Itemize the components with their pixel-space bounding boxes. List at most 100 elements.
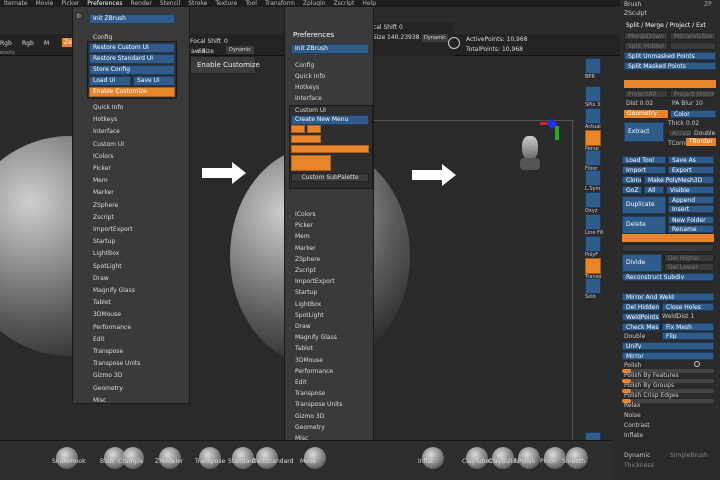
pref-item-edit[interactable]: Edit bbox=[93, 336, 105, 343]
brush-snakehook-label[interactable]: SnakeHook bbox=[52, 458, 86, 465]
pref2-item-zsphere[interactable]: ZSphere bbox=[295, 256, 320, 263]
pref-item-quick-info[interactable]: Quick Info bbox=[93, 104, 123, 111]
side-tool-solo[interactable] bbox=[585, 278, 601, 294]
pref-item-misc[interactable]: Misc bbox=[93, 397, 106, 404]
pref-item-gizmo-3d[interactable]: Gizmo 3D bbox=[93, 372, 122, 379]
duplicate-button[interactable]: Duplicate bbox=[622, 196, 666, 214]
custom-button-orange-5[interactable] bbox=[291, 155, 331, 171]
dynamic-label[interactable]: Dynamic bbox=[624, 452, 650, 459]
pref2-item-edit[interactable]: Edit bbox=[295, 379, 307, 386]
rgb-label[interactable]: Rgb bbox=[0, 40, 12, 47]
side-tool-spix-3[interactable] bbox=[585, 86, 601, 102]
brush-inflat-label[interactable]: Inflat bbox=[418, 458, 433, 465]
pref2-item-interface[interactable]: Interface bbox=[295, 95, 322, 102]
pref-item-importexport[interactable]: ImportExport bbox=[93, 226, 133, 233]
color-toggle[interactable]: Color bbox=[670, 110, 716, 118]
close-holes-button[interactable]: Close Holes bbox=[662, 303, 714, 311]
menu-texture[interactable]: Texture bbox=[215, 0, 237, 7]
pref2-item-importexport[interactable]: ImportExport bbox=[295, 278, 335, 285]
pref-item-draw[interactable]: Draw bbox=[93, 275, 109, 282]
enable-customize-button[interactable]: Enable Customize bbox=[89, 87, 175, 97]
pref2-item-mem[interactable]: Mem bbox=[295, 233, 310, 240]
pref2-item-draw[interactable]: Draw bbox=[295, 323, 311, 330]
brush-pinch-label[interactable]: Pinch bbox=[540, 458, 556, 465]
export-button[interactable]: Export bbox=[668, 166, 714, 174]
split-masked-button[interactable]: Split Masked Points bbox=[624, 62, 716, 70]
thick-slider[interactable]: Thick 0.02 bbox=[668, 120, 699, 127]
pref2-item-picker[interactable]: Picker bbox=[295, 222, 313, 229]
pref2-item-icolors[interactable]: IColors bbox=[295, 211, 316, 218]
pref2-item-hotkeys[interactable]: Hotkeys bbox=[295, 84, 319, 91]
focal-shift-label[interactable]: Focal Shift bbox=[190, 38, 221, 45]
rename-button[interactable]: Rename bbox=[668, 225, 714, 233]
brush-hpolish-label[interactable]: hPolish bbox=[514, 458, 535, 465]
pref-item-startup[interactable]: Startup bbox=[93, 238, 115, 245]
simplebrush-label[interactable]: SimpleBrush bbox=[670, 452, 708, 459]
groups-split-button[interactable] bbox=[670, 42, 716, 50]
project-history-button[interactable]: Project History bbox=[670, 90, 716, 98]
menu-movie[interactable]: Movie bbox=[36, 0, 54, 7]
pref-item-icolors[interactable]: IColors bbox=[93, 153, 114, 160]
custom-ui-label[interactable]: Custom UI bbox=[295, 107, 326, 114]
mirror-weld-button[interactable]: Mirror And Weld bbox=[622, 293, 714, 301]
pref-item-hotkeys[interactable]: Hotkeys bbox=[93, 116, 117, 123]
side-tool-l-sym[interactable] bbox=[585, 170, 601, 186]
polish-slider[interactable]: Polish bbox=[624, 362, 641, 369]
config-section-label[interactable]: Config bbox=[93, 34, 112, 41]
flip-button[interactable]: Flip bbox=[662, 332, 714, 340]
head-gizmo[interactable] bbox=[518, 132, 544, 172]
menu-tool[interactable]: Tool bbox=[245, 0, 257, 7]
brush-move-label[interactable]: Move bbox=[300, 458, 316, 465]
brush-label[interactable]: Brush bbox=[624, 1, 641, 8]
split-merge-header[interactable]: Split / Merge / Project / Ext bbox=[626, 22, 706, 29]
pref-item-zscript[interactable]: Zscript bbox=[93, 214, 114, 221]
load-tool-button[interactable]: Load Tool bbox=[622, 156, 666, 164]
init-zbrush-button-2[interactable]: Init ZBrush bbox=[291, 44, 369, 54]
clone-button[interactable]: Clone bbox=[622, 176, 642, 184]
brush-damstandard-label[interactable]: DamStandard bbox=[252, 458, 293, 465]
append-button[interactable]: Append bbox=[668, 196, 714, 204]
insert-button[interactable]: Insert bbox=[668, 205, 714, 213]
init-zbrush-button[interactable]: Init ZBrush bbox=[89, 14, 175, 24]
extract-button[interactable]: Extract bbox=[624, 122, 664, 142]
side-tool-transp[interactable] bbox=[585, 258, 601, 274]
delete-button[interactable]: Delete bbox=[622, 216, 666, 234]
side-tool-line-fill[interactable] bbox=[585, 214, 601, 230]
relax-slider[interactable]: Relax bbox=[624, 402, 641, 409]
pref-item-picker[interactable]: Picker bbox=[93, 165, 111, 172]
double-option[interactable]: Double bbox=[624, 333, 645, 340]
import-button[interactable]: Import bbox=[622, 166, 666, 174]
subdiv-slider[interactable] bbox=[622, 244, 714, 252]
pref-item-geometry[interactable]: Geometry bbox=[93, 385, 123, 392]
mergevisible-button[interactable]: MergeVisible bbox=[670, 32, 716, 40]
pref2-item-magnify-glass[interactable]: Magnify Glass bbox=[295, 334, 337, 341]
del-hidden-button[interactable]: Del Hidden bbox=[622, 303, 660, 311]
check-mesh-button[interactable]: Check Mesh Int bbox=[622, 323, 660, 331]
dist-slider[interactable]: Dist 0.02 bbox=[626, 100, 653, 107]
custom-button-orange-1[interactable] bbox=[291, 125, 305, 133]
pref-item-transpose[interactable]: Transpose bbox=[93, 348, 123, 355]
goz-visible-button[interactable]: Visible bbox=[666, 186, 714, 194]
polish-features-slider[interactable]: Polish By Features bbox=[624, 372, 679, 379]
side-tool-bpr[interactable] bbox=[585, 58, 601, 74]
pref-item-marker[interactable]: Marker bbox=[93, 189, 114, 196]
side-tool-floor[interactable] bbox=[585, 150, 601, 166]
rgb-toggle[interactable]: Rgb bbox=[22, 40, 34, 47]
polish-groups-slider[interactable]: Polish By Groups bbox=[624, 382, 674, 389]
mirror-button[interactable]: Mirror bbox=[622, 352, 714, 360]
draw-size-label-2[interactable]: w Size 140.23938 bbox=[366, 34, 419, 41]
load-ui-button[interactable]: Load Ui bbox=[89, 76, 131, 86]
make-polymesh-button[interactable]: Make PolyMesh3D bbox=[644, 176, 714, 184]
pref2-item-config[interactable]: Config bbox=[295, 62, 314, 69]
pref-item-magnify-glass[interactable]: Magnify Glass bbox=[93, 287, 135, 294]
pref-item-custom-ui[interactable]: Custom UI bbox=[93, 141, 124, 148]
pref2-item-transpose[interactable]: Transpose bbox=[295, 390, 325, 397]
pref2-item-transpose-units[interactable]: Transpose Units bbox=[295, 401, 342, 408]
pref-item-lightbox[interactable]: LightBox bbox=[93, 250, 119, 257]
dynamic-button-2[interactable]: Dynamic bbox=[422, 34, 449, 42]
pref-item-interface[interactable]: Interface bbox=[93, 128, 120, 135]
custom-button-orange-3[interactable] bbox=[291, 135, 321, 143]
fix-mesh-button[interactable]: Fix Mesh bbox=[662, 323, 714, 331]
mergedown-button[interactable]: MergeDown bbox=[624, 32, 668, 40]
pref-item-spotlight[interactable]: SpotLight bbox=[93, 263, 122, 270]
